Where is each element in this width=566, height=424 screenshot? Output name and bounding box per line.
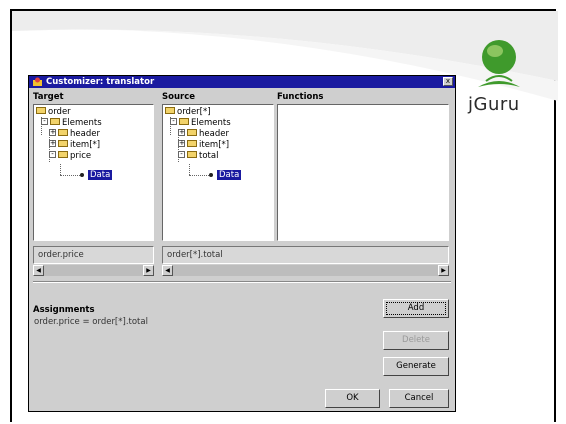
jguru-logo-text: jGuru — [468, 94, 520, 115]
tree-node-label: Data — [217, 170, 242, 180]
scroll-left-icon[interactable]: ◀ — [33, 265, 44, 276]
collapse-icon[interactable]: - — [41, 118, 48, 125]
customizer-dialog: Customizer: translator x Target order - E… — [28, 75, 456, 412]
tree-node-label: header — [199, 129, 229, 139]
tree-node-label: header — [70, 129, 100, 139]
folder-icon — [50, 118, 60, 125]
assignments-label: Assignments — [33, 305, 95, 315]
leaf-icon — [209, 172, 213, 177]
tree-node[interactable]: + item[*] — [178, 140, 229, 151]
collapse-icon[interactable]: - — [170, 118, 177, 125]
tree-node-label: Elements — [191, 118, 231, 128]
tree-node-label: total — [199, 151, 219, 161]
folder-icon — [187, 151, 197, 158]
folder-icon — [58, 140, 68, 147]
target-scrollbar[interactable]: ◀ ▶ — [33, 265, 154, 276]
tree-node[interactable]: order — [36, 107, 71, 118]
cancel-button[interactable]: Cancel — [389, 389, 449, 408]
folder-icon — [58, 129, 68, 136]
tree-node-label: order[*] — [177, 107, 211, 117]
source-label: Source — [162, 92, 196, 102]
source-path-field[interactable]: order[*].total — [162, 246, 449, 264]
expand-icon[interactable]: + — [49, 140, 56, 147]
tree-node[interactable]: + header — [49, 129, 100, 140]
leaf-icon — [80, 172, 84, 177]
source-tree[interactable]: order[*] - Elements + header + item[*] - tot… — [162, 104, 274, 241]
tree-node[interactable]: - price — [49, 151, 91, 162]
delete-button[interactable]: Delete — [383, 331, 449, 350]
bean-icon — [33, 77, 42, 86]
tree-node[interactable]: Data — [209, 170, 242, 181]
folder-icon — [187, 140, 197, 147]
tree-node-label: item[*] — [199, 140, 230, 150]
close-icon[interactable]: x — [443, 77, 453, 86]
functions-label: Functions — [277, 92, 324, 102]
expand-icon[interactable]: + — [178, 129, 185, 136]
assignment-item[interactable]: order.price = order[*].total — [34, 317, 148, 327]
source-scrollbar[interactable]: ◀ ▶ — [162, 265, 449, 276]
scroll-right-icon[interactable]: ▶ — [438, 265, 449, 276]
tree-node-label: price — [70, 151, 92, 161]
folder-icon — [36, 107, 46, 114]
dialog-title: Customizer: translator — [46, 77, 155, 87]
title-bar: Customizer: translator x — [29, 76, 455, 88]
tree-node[interactable]: Data — [80, 170, 113, 181]
target-tree[interactable]: order - Elements + header + item[*] - price … — [33, 104, 154, 241]
add-button[interactable]: Add — [383, 299, 449, 318]
tree-node[interactable]: + item[*] — [49, 140, 100, 151]
folder-icon — [179, 118, 189, 125]
tree-node[interactable]: + header — [178, 129, 229, 140]
tree-node[interactable]: - total — [178, 151, 218, 162]
target-path-field[interactable]: order.price — [33, 246, 154, 264]
collapse-icon[interactable]: - — [49, 151, 56, 158]
folder-icon — [187, 129, 197, 136]
scroll-right-icon[interactable]: ▶ — [143, 265, 154, 276]
scroll-left-icon[interactable]: ◀ — [162, 265, 173, 276]
target-label: Target — [33, 92, 64, 102]
ok-button[interactable]: OK — [325, 389, 380, 408]
expand-icon[interactable]: + — [49, 129, 56, 136]
generate-button[interactable]: Generate — [383, 357, 449, 376]
tree-node-label: order — [48, 107, 71, 117]
folder-icon — [165, 107, 175, 114]
tree-node-label: Data — [88, 170, 113, 180]
divider — [33, 281, 451, 283]
expand-icon[interactable]: + — [178, 140, 185, 147]
functions-list[interactable] — [277, 104, 449, 241]
collapse-icon[interactable]: - — [178, 151, 185, 158]
tree-node-label: item[*] — [70, 140, 101, 150]
tree-node-label: Elements — [62, 118, 102, 128]
folder-icon — [58, 151, 68, 158]
